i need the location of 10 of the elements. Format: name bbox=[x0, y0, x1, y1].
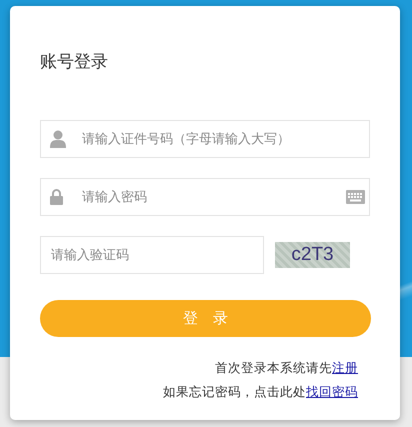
login-title: 账号登录 bbox=[40, 51, 109, 74]
link[interactable]: 注册 bbox=[332, 360, 358, 375]
keyboard-icon[interactable] bbox=[346, 190, 365, 204]
link[interactable]: 找回密码 bbox=[306, 384, 358, 399]
captcha-field[interactable]: 请输入验证码 bbox=[40, 236, 264, 274]
hint-text: 首次登录本系统请先 bbox=[215, 360, 332, 375]
hint-text: 如果忘记密码，点击此处 bbox=[163, 384, 306, 399]
input-field[interactable]: 请输入密码 bbox=[40, 178, 370, 216]
captcha-image[interactable]: c2T3 bbox=[275, 242, 350, 268]
input-field[interactable]: 请输入证件号码（字母请输入大写） bbox=[40, 120, 370, 158]
